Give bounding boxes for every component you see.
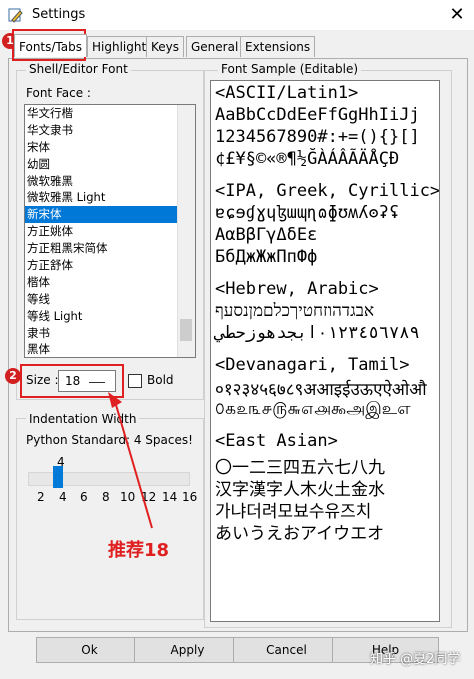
font-list-items: 华文行楷 华文隶书 宋体 幼圆 微软雅黑 微软雅黑 Light 新宋体 方正姚体 方正粗黑宋简体… <box>25 105 195 357</box>
list-item[interactable]: 微软雅黑 Light <box>25 189 195 206</box>
sample-line: ɐɕɘɠɣɥɮɯɰɳɷɸʊʍʎʘʡʢ <box>215 203 400 223</box>
font-sample-text[interactable]: <ASCII/Latin1> AaBbCcDdEeFfGgHhIiJj 123456… <box>210 80 440 622</box>
watermark: 知乎 @夏2同学 <box>370 652 461 667</box>
tick-label: 2 <box>37 490 45 504</box>
slider-ticks: 2 4 6 8 10 12 14 16 <box>32 490 197 506</box>
font-list-scrollbar[interactable] <box>177 105 195 357</box>
list-item[interactable]: 等线 <box>25 291 195 308</box>
tick-label: 4 <box>59 490 67 504</box>
indent-group <box>16 418 204 620</box>
sample-line: あいうえおアイウエオ <box>215 524 385 544</box>
tick-label: 10 <box>120 490 136 504</box>
list-item[interactable]: 隶书 <box>25 325 195 342</box>
python-standard-note: Python Standard: 4 Spaces! <box>26 433 193 447</box>
tab-fonts-tabs[interactable]: Fonts/Tabs <box>14 34 87 57</box>
sample-line: ¢£¥§©«®¶½ĞÀÁÂÃÄÅÇÐ <box>215 149 400 169</box>
list-item[interactable]: 幼圆 <box>25 156 195 173</box>
font-face-list[interactable]: 华文行楷 华文隶书 宋体 幼圆 微软雅黑 微软雅黑 Light 新宋体 方正姚体 方正粗黑宋简体… <box>24 104 196 358</box>
tab-general[interactable]: General <box>186 36 244 57</box>
list-item[interactable]: 等线 Light <box>25 308 195 325</box>
list-item[interactable]: 方正粗黑宋简体 <box>25 240 195 257</box>
apply-button[interactable]: Apply <box>134 637 241 663</box>
settings-app-icon <box>8 8 23 23</box>
tab-extensions[interactable]: Extensions <box>240 36 316 57</box>
bold-label: Bold <box>147 373 174 387</box>
indent-slider-thumb[interactable] <box>53 466 63 488</box>
title-bar: Settings ✕ <box>0 0 474 30</box>
sample-line: ௦௧௨௩௪௫௬௭௮௯அஇஉஎ <box>215 399 411 419</box>
annotation-note: 推荐18 <box>108 540 170 561</box>
sample-line: <IPA, Greek, Cyrillic> <box>215 181 440 201</box>
window-title: Settings <box>32 7 86 22</box>
list-item[interactable]: 华文隶书 <box>25 122 195 139</box>
sample-line: ٠١٢٣٤٥٦٧٨٩ابجدهوزحطي <box>215 323 420 343</box>
ok-button[interactable]: Ok <box>36 637 143 663</box>
bold-checkbox[interactable] <box>128 374 142 388</box>
list-item[interactable]: 宋体 <box>25 139 195 156</box>
font-group-label: Shell/Editor Font <box>26 62 131 76</box>
indent-group-label: Indentation Width <box>26 412 140 426</box>
list-item[interactable]: 微软雅黑 <box>25 173 195 190</box>
tick-label: 16 <box>182 490 198 504</box>
sample-line: 1234567890#:+=(){}[] <box>215 127 420 147</box>
sample-line: AaBbCcDdEeFfGgHhIiJj <box>215 105 420 125</box>
list-item[interactable]: 华文行楷 <box>25 105 195 122</box>
font-face-label: Font Face : <box>26 86 91 100</box>
close-icon[interactable]: ✕ <box>446 4 468 26</box>
scrollbar-thumb[interactable] <box>180 319 192 341</box>
sample-line: БбДжЖжПпФф <box>215 247 318 267</box>
list-item[interactable]: 黑体 <box>25 341 195 357</box>
tick-label: 8 <box>102 490 110 504</box>
cancel-button[interactable]: Cancel <box>233 637 340 663</box>
sample-group-label: Font Sample (Editable) <box>218 62 362 76</box>
sample-line: <Hebrew, Arabic> <box>215 279 379 299</box>
tab-keys[interactable]: Keys <box>146 36 185 57</box>
list-item[interactable]: 新宋体 <box>25 206 195 224</box>
sample-line: אבגדהוזחטיךכלםמןנסעף <box>215 301 375 321</box>
list-item[interactable]: 方正舒体 <box>25 257 195 274</box>
sample-line: <Devanagari, Tamil> <box>215 355 410 375</box>
sample-line: ΑαΒβΓγΔδΕε <box>215 225 318 245</box>
list-item[interactable]: 楷体 <box>25 274 195 291</box>
tick-label: 14 <box>162 490 178 504</box>
sample-line: <ASCII/Latin1> <box>215 83 359 103</box>
annotation-badge-2: 2 <box>5 368 21 384</box>
annotation-box-size <box>20 364 124 398</box>
sample-line: ०१२३४५६७८९अआइईउऊएऐओऔ <box>215 380 427 400</box>
tick-label: 12 <box>141 490 157 504</box>
list-item[interactable]: 方正姚体 <box>25 223 195 240</box>
tick-label: 6 <box>80 490 88 504</box>
sample-line: <East Asian> <box>215 431 338 451</box>
